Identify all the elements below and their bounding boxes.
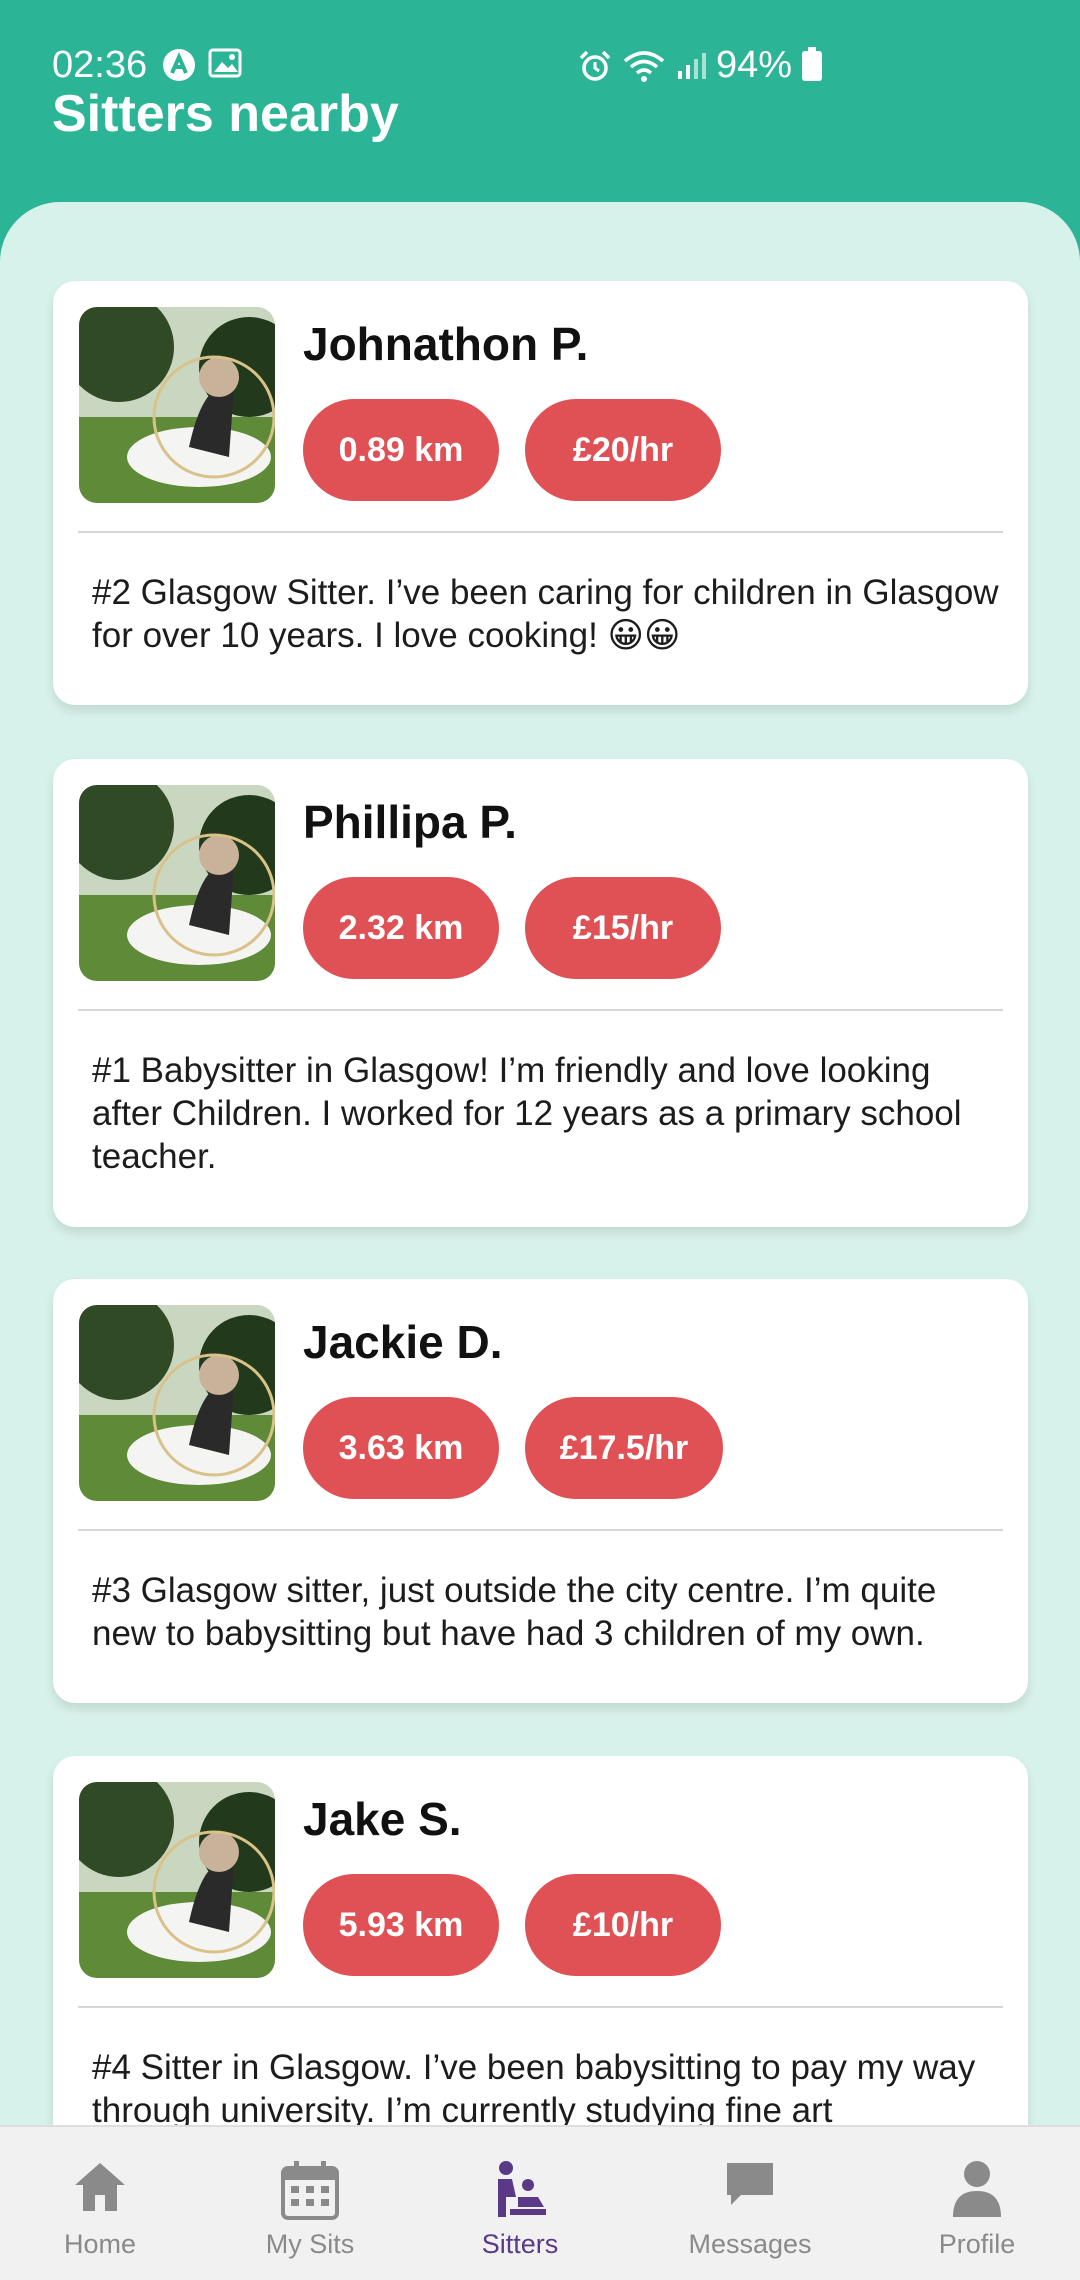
sitter-card[interactable]: Jackie D. 3.63 km £17.5/hr #3 Glasgow si… xyxy=(53,1279,1028,1703)
sitter-avatar xyxy=(79,785,275,981)
sitter-bio: #2 Glasgow Sitter. I’ve been caring for … xyxy=(92,573,999,655)
distance-badge: 0.89 km xyxy=(303,399,499,501)
sitter-card[interactable]: Johnathon P. 0.89 km £20/hr #2 Glasgow S… xyxy=(53,281,1028,705)
bottom-nav: Home My Sits Sitters Messages Profile xyxy=(0,2125,1080,2280)
nav-my-sits-label: My Sits xyxy=(265,2229,355,2259)
sitter-bio: #3 Glasgow sitter, just outside the city… xyxy=(92,1571,937,1653)
sitters-list[interactable]: Johnathon P. 0.89 km £20/hr #2 Glasgow S… xyxy=(0,202,1080,2127)
sitter-name: Jake S. xyxy=(303,1793,462,1845)
sitter-bio: #4 Sitter in Glasgow. I’ve been babysitt… xyxy=(92,2048,976,2127)
page-title: Sitters nearby xyxy=(52,85,399,143)
home-icon xyxy=(75,2163,125,2211)
nav-messages[interactable]: Messages xyxy=(650,2127,850,2280)
rate-badge: £17.5/hr xyxy=(525,1397,723,1499)
nav-home[interactable]: Home xyxy=(0,2127,200,2280)
sitter-name: Johnathon P. xyxy=(303,318,589,370)
nav-profile-label: Profile xyxy=(938,2229,1016,2259)
calendar-icon xyxy=(281,2161,339,2220)
card-divider xyxy=(78,2006,1003,2008)
sitter-name: Jackie D. xyxy=(303,1316,503,1368)
sitter-avatar xyxy=(79,307,275,503)
rate-badge: £10/hr xyxy=(525,1874,721,1976)
nav-sitters[interactable]: Sitters xyxy=(420,2127,620,2280)
signal-icon xyxy=(678,52,706,79)
card-divider xyxy=(78,1009,1003,1011)
sitter-card[interactable]: Jake S. 5.93 km £10/hr #4 Sitter in Glas… xyxy=(53,1756,1028,2127)
sitter-name: Phillipa P. xyxy=(303,796,517,848)
rate-badge: £20/hr xyxy=(525,399,721,501)
sitter-card[interactable]: Phillipa P. 2.32 km £15/hr #1 Babysitter… xyxy=(53,759,1028,1227)
nav-sitters-label: Sitters xyxy=(481,2229,559,2259)
status-time: 02:36 xyxy=(52,44,148,86)
person-icon xyxy=(953,2161,1001,2217)
chat-icon xyxy=(727,2163,773,2205)
card-divider xyxy=(78,531,1003,533)
rate-badge: £15/hr xyxy=(525,877,721,979)
battery-percent: 94% xyxy=(716,44,793,86)
nav-home-label: Home xyxy=(63,2229,137,2259)
distance-badge: 3.63 km xyxy=(303,1397,499,1499)
babysitter-icon xyxy=(498,2161,546,2217)
status-left-icons xyxy=(162,48,242,82)
sitter-bio: #1 Babysitter in Glasgow! I’m friendly a… xyxy=(92,1051,962,1176)
card-divider xyxy=(78,1529,1003,1531)
status-right: 94% xyxy=(578,44,823,87)
image-notification-icon xyxy=(208,48,242,78)
nav-my-sits[interactable]: My Sits xyxy=(210,2127,410,2280)
wifi-icon xyxy=(623,50,665,82)
sitter-avatar xyxy=(79,1782,275,1978)
distance-badge: 5.93 km xyxy=(303,1874,499,1976)
battery-icon xyxy=(802,46,823,81)
app-notification-icon xyxy=(163,49,195,81)
distance-badge: 2.32 km xyxy=(303,877,499,979)
nav-messages-label: Messages xyxy=(688,2229,812,2259)
nav-profile[interactable]: Profile xyxy=(877,2127,1077,2280)
sitter-avatar xyxy=(79,1305,275,1501)
alarm-icon xyxy=(579,50,611,81)
